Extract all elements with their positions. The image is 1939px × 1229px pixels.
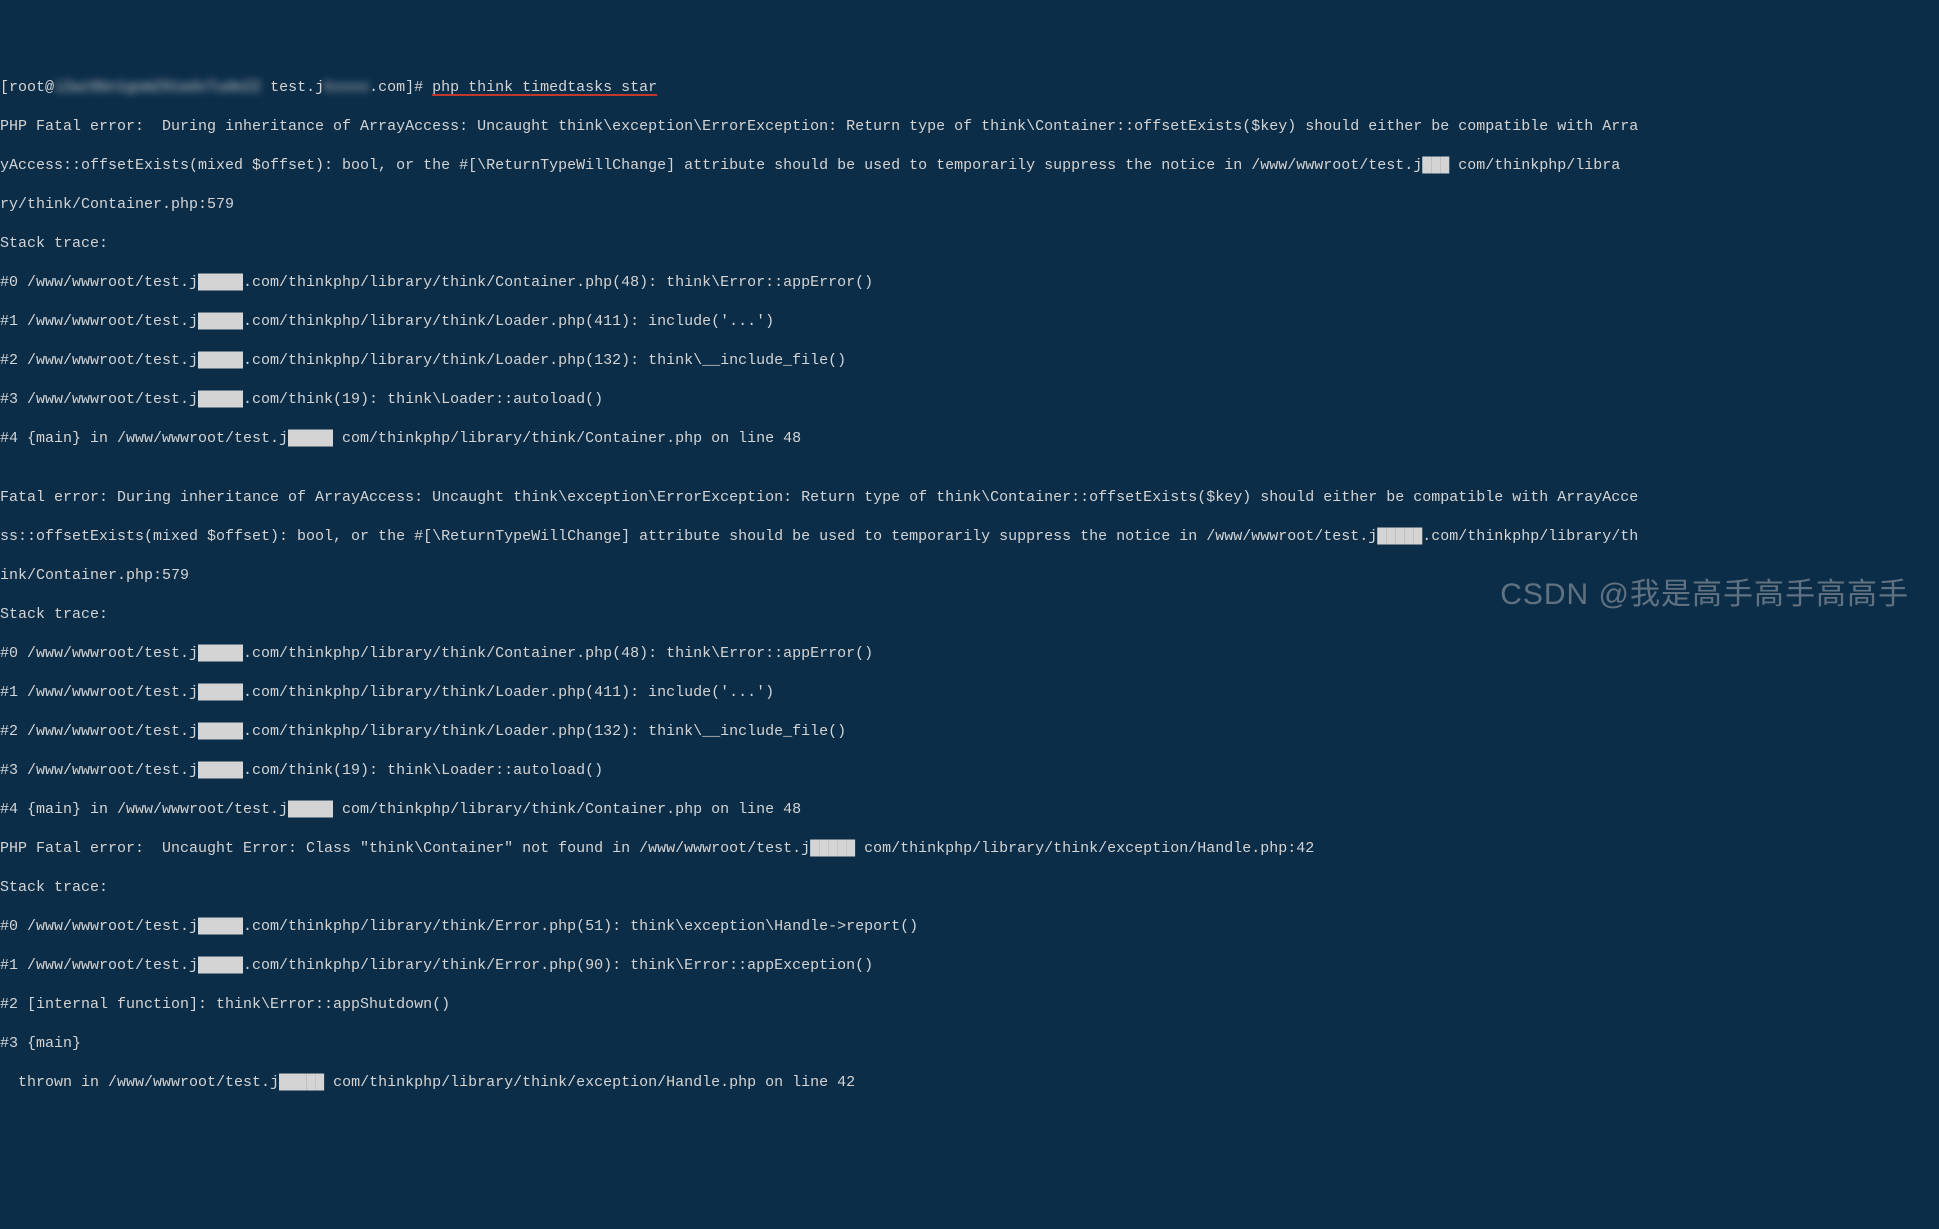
prompt-domain-blur: kxxxx xyxy=(324,79,369,96)
terminal-output[interactable]: [root@iZwz9bn1gomZ91adxTudeZZ test.jkxxx… xyxy=(0,78,1939,1092)
output-line: Stack trace: xyxy=(0,605,1939,625)
output-line: #3 {main} xyxy=(0,1034,1939,1054)
output-line: #3 /www/wwwroot/test.j█████.com/think(19… xyxy=(0,761,1939,781)
output-line: Stack trace: xyxy=(0,234,1939,254)
output-line: Stack trace: xyxy=(0,878,1939,898)
output-line: #1 /www/wwwroot/test.j█████.com/thinkphp… xyxy=(0,312,1939,332)
output-line: ss::offsetExists(mixed $offset): bool, o… xyxy=(0,527,1939,547)
output-line: #0 /www/wwwroot/test.j█████.com/thinkphp… xyxy=(0,644,1939,664)
output-line: #1 /www/wwwroot/test.j█████.com/thinkphp… xyxy=(0,956,1939,976)
output-line: #0 /www/wwwroot/test.j█████.com/thinkphp… xyxy=(0,273,1939,293)
command-text: php think timedtasks star xyxy=(432,79,657,96)
output-line: #2 /www/wwwroot/test.j█████.com/thinkphp… xyxy=(0,351,1939,371)
prompt-line: [root@iZwz9bn1gomZ91adxTudeZZ test.jkxxx… xyxy=(0,78,1939,98)
prompt-host-blur: iZwz9bn1gomZ91adxTudeZZ xyxy=(54,79,261,96)
prompt-suffix: .com]# xyxy=(369,79,432,96)
output-line: #4 {main} in /www/wwwroot/test.j█████ co… xyxy=(0,800,1939,820)
output-line: #2 [internal function]: think\Error::app… xyxy=(0,995,1939,1015)
output-line: #1 /www/wwwroot/test.j█████.com/thinkphp… xyxy=(0,683,1939,703)
output-line: Fatal error: During inheritance of Array… xyxy=(0,488,1939,508)
output-line: #3 /www/wwwroot/test.j█████.com/think(19… xyxy=(0,390,1939,410)
output-line: #0 /www/wwwroot/test.j█████.com/thinkphp… xyxy=(0,917,1939,937)
output-line: PHP Fatal error: Uncaught Error: Class "… xyxy=(0,839,1939,859)
output-line: #2 /www/wwwroot/test.j█████.com/thinkphp… xyxy=(0,722,1939,742)
output-line: thrown in /www/wwwroot/test.j█████ com/t… xyxy=(0,1073,1939,1093)
output-line: #4 {main} in /www/wwwroot/test.j█████ co… xyxy=(0,429,1939,449)
prompt-mid: test.j xyxy=(261,79,324,96)
output-line: yAccess::offsetExists(mixed $offset): bo… xyxy=(0,156,1939,176)
prompt-prefix: [root@ xyxy=(0,79,54,96)
output-line: ink/Container.php:579 xyxy=(0,566,1939,586)
output-line: PHP Fatal error: During inheritance of A… xyxy=(0,117,1939,137)
output-line: ry/think/Container.php:579 xyxy=(0,195,1939,215)
